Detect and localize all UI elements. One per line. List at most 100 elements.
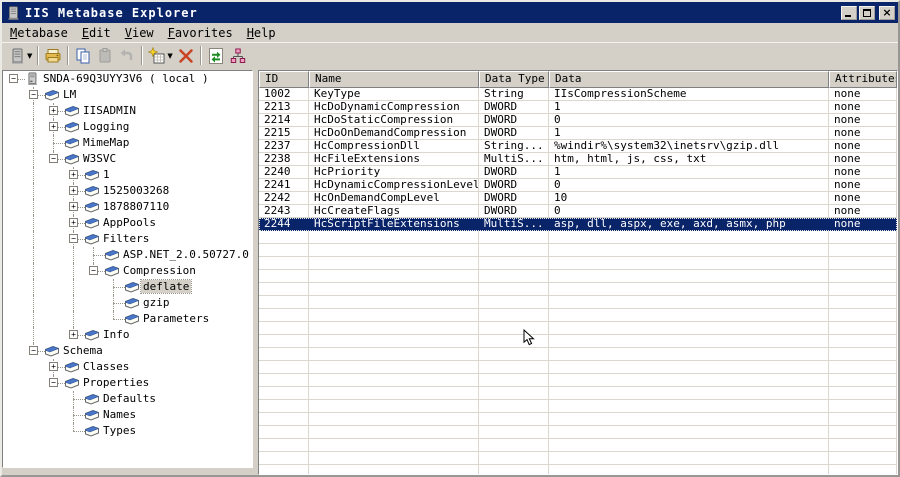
empty-cell [479, 231, 549, 244]
column-header-attributes[interactable]: Attributes [829, 71, 897, 88]
empty-cell [259, 439, 309, 452]
table-row[interactable]: 2240 HcPriority DWORD 1 none [259, 166, 897, 179]
tree-node-icon [84, 232, 100, 246]
tree-node-icon [84, 328, 100, 342]
tree-node-label[interactable]: IISADMIN [81, 104, 138, 117]
paste-button[interactable] [94, 45, 116, 67]
close-button[interactable]: × [879, 5, 895, 20]
tree-node-label[interactable]: 1878807110 [101, 200, 171, 213]
empty-cell [829, 452, 897, 465]
tree-guide-line [33, 263, 34, 279]
empty-cell [259, 387, 309, 400]
tree-node-label[interactable]: LM [61, 88, 78, 101]
print-button[interactable] [42, 45, 64, 67]
expand-icon[interactable]: + [69, 170, 78, 179]
copy-icon [76, 48, 90, 63]
menu-favorites[interactable]: Favorites [162, 24, 241, 42]
expand-icon[interactable]: + [69, 186, 78, 195]
table-row[interactable]: 2243 HcCreateFlags DWORD 0 none [259, 205, 897, 218]
copy-button[interactable] [72, 45, 94, 67]
menu-edit[interactable]: Edit [76, 24, 119, 42]
column-header-id[interactable]: ID [259, 71, 309, 88]
new-key-dropdown-arrow[interactable]: ▼ [167, 52, 172, 60]
tree-node-label[interactable]: Properties [81, 376, 151, 389]
menu-metabase[interactable]: Metabase [4, 24, 76, 42]
undo-button[interactable] [116, 45, 138, 67]
table-row[interactable]: 2213 HcDoDynamicCompression DWORD 1 none [259, 101, 897, 114]
cell-attributes: none [829, 88, 897, 101]
tree-node-label[interactable]: 1525003268 [101, 184, 171, 197]
table-header-row: ID Name Data Type Data Attributes [259, 71, 897, 88]
table-row[interactable]: 1002 KeyType String IIsCompressionScheme non… [259, 88, 897, 101]
table-row[interactable]: 2238 HcFileExtensions MultiS... htm, html, … [259, 153, 897, 166]
tree-node-label[interactable]: SNDA-69Q3UYY3V6 ( local ) [41, 72, 211, 85]
tree-node-icon [84, 424, 100, 438]
expand-icon[interactable]: + [49, 122, 58, 131]
column-header-data[interactable]: Data [549, 71, 829, 88]
collapse-icon[interactable]: − [89, 266, 98, 275]
maximize-button[interactable] [859, 5, 875, 20]
collapse-icon[interactable]: − [9, 74, 18, 83]
tree-node-label[interactable]: MimeMap [81, 136, 131, 149]
tree-row: +1 [3, 167, 252, 183]
table-row[interactable]: 2237 HcCompressionDll String... %windir%\sy… [259, 140, 897, 153]
expand-icon[interactable]: + [49, 106, 58, 115]
cell-attributes: none [829, 101, 897, 114]
collapse-icon[interactable]: − [29, 346, 38, 355]
delete-button[interactable] [175, 45, 197, 67]
tree-node-label[interactable]: Filters [101, 232, 151, 245]
collapse-icon[interactable]: − [69, 234, 78, 243]
tree-node-label[interactable]: Defaults [101, 392, 158, 405]
expand-icon[interactable]: + [69, 218, 78, 227]
cell-attributes: none [829, 192, 897, 205]
tree-node-icon [24, 72, 40, 86]
collapse-icon[interactable]: − [49, 378, 58, 387]
tree-node-label[interactable]: gzip [141, 296, 172, 309]
tree-node-label[interactable]: Parameters [141, 312, 211, 325]
new-key-button[interactable]: ▼ [146, 45, 174, 67]
cell-data: 0 [549, 179, 829, 192]
table-row[interactable]: 2244 HcScriptFileExtensions MultiS... asp, … [259, 218, 897, 231]
tree-guide-line [33, 247, 34, 263]
key-icon [85, 393, 100, 405]
collapse-icon[interactable]: − [49, 154, 58, 163]
empty-cell [549, 452, 829, 465]
menu-help[interactable]: Help [241, 24, 284, 42]
table-row[interactable]: 2242 HcOnDemandCompLevel DWORD 10 none [259, 192, 897, 205]
tree-node-label[interactable]: Compression [121, 264, 198, 277]
collapse-icon[interactable]: − [29, 90, 38, 99]
tree-node-label[interactable]: Classes [81, 360, 131, 373]
table-row[interactable]: 2215 HcDoOnDemandCompression DWORD 1 none [259, 127, 897, 140]
menu-view[interactable]: View [119, 24, 162, 42]
view-hierarchy-button[interactable] [227, 45, 249, 67]
tree-node-label[interactable]: Types [101, 424, 138, 437]
tree-node-label[interactable]: ASP.NET_2.0.50727.0 [121, 248, 251, 261]
expand-icon[interactable]: + [69, 330, 78, 339]
cell-name: HcDoDynamicCompression [309, 101, 479, 114]
expand-icon[interactable]: + [49, 362, 58, 371]
tree-guide-line [33, 183, 34, 199]
empty-cell [549, 244, 829, 257]
tree-node-label[interactable]: AppPools [101, 216, 158, 229]
minimize-button[interactable] [841, 5, 857, 20]
expand-icon[interactable]: + [69, 202, 78, 211]
tree-node-label[interactable]: Logging [81, 120, 131, 133]
table-row[interactable]: 2241 HcDynamicCompressionLevel DWORD 0 none [259, 179, 897, 192]
connect-server-dropdown-arrow[interactable]: ▼ [27, 52, 32, 60]
tree-node-label[interactable]: deflate [139, 279, 193, 294]
tree-node-icon [64, 376, 80, 390]
empty-row [259, 309, 897, 322]
connect-server-button[interactable]: ▼ [6, 45, 34, 67]
table-row[interactable]: 2214 HcDoStaticCompression DWORD 0 none [259, 114, 897, 127]
tree-node-label[interactable]: Names [101, 408, 138, 421]
tree-node-label[interactable]: Schema [61, 344, 105, 357]
tree-guide-line [33, 167, 34, 183]
tree-node-label[interactable]: 1 [101, 168, 112, 181]
column-header-data-type[interactable]: Data Type [479, 71, 549, 88]
tree-node-label[interactable]: W3SVC [81, 152, 118, 165]
refresh-button[interactable] [205, 45, 227, 67]
cell-data: 0 [549, 205, 829, 218]
column-header-name[interactable]: Name [309, 71, 479, 88]
tree-node-label[interactable]: Info [101, 328, 132, 341]
empty-cell [549, 270, 829, 283]
